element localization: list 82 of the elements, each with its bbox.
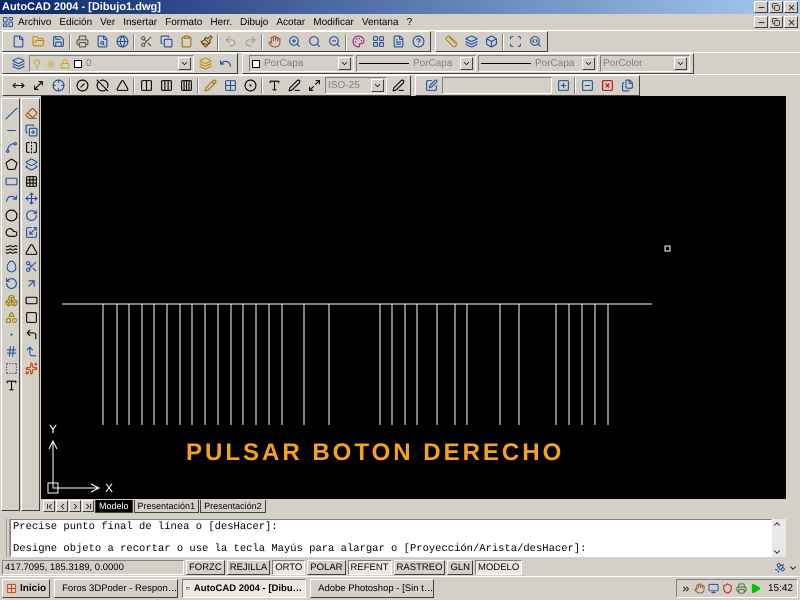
command-line: Designe objeto a recortar o use la tecla Mayús para alargar o [Proyección/Arista/desHacer]: bbox=[13, 543, 588, 555]
close-icon bbox=[786, 18, 796, 26]
caret-icon bbox=[340, 59, 349, 68]
caret-icon bbox=[676, 59, 685, 68]
bulb-icon bbox=[32, 58, 42, 68]
minimize-button[interactable] bbox=[754, 1, 768, 13]
status-toggle[interactable]: RASTREO bbox=[394, 560, 446, 575]
y-axis-label: Y bbox=[49, 422, 58, 436]
last-tab-button[interactable] bbox=[82, 500, 94, 512]
x-axis-label: X bbox=[105, 481, 114, 495]
color-swatch bbox=[252, 60, 260, 68]
line-sample bbox=[481, 63, 531, 64]
close-button[interactable] bbox=[784, 16, 798, 28]
menu-item[interactable]: Ventana bbox=[358, 16, 403, 28]
restore-icon bbox=[772, 3, 780, 11]
status-toggle[interactable]: MODELO bbox=[475, 560, 522, 575]
close-button[interactable] bbox=[784, 1, 798, 13]
taskbar-button[interactable]: AutoCAD 2004 - [Dibu… bbox=[182, 579, 306, 598]
status-toggle[interactable]: REFENT bbox=[348, 560, 392, 575]
layout-tab[interactable]: Presentación1 bbox=[134, 500, 200, 512]
restore-button[interactable] bbox=[769, 1, 783, 13]
dropdown-button[interactable] bbox=[582, 57, 595, 70]
empty-field[interactable] bbox=[442, 77, 552, 94]
menu-item[interactable]: Insertar bbox=[119, 16, 162, 28]
dropdown-button[interactable] bbox=[178, 57, 191, 70]
minimize-button[interactable] bbox=[754, 16, 768, 28]
dropdown-button[interactable] bbox=[460, 57, 473, 70]
caret-icon bbox=[180, 59, 189, 68]
status-toggle[interactable]: REJILLA bbox=[226, 560, 270, 575]
menu-item[interactable]: Archivo bbox=[14, 16, 56, 28]
window-title: AutoCAD 2004 - [Dibujo1.dwg] bbox=[2, 1, 161, 13]
layout-tab[interactable]: Modelo bbox=[95, 500, 133, 512]
ucs-axes-drawing bbox=[48, 440, 100, 494]
clock: 15:42 bbox=[768, 583, 793, 594]
shield-icon[interactable] bbox=[722, 583, 733, 594]
caret-icon bbox=[462, 59, 471, 68]
status-toggle[interactable]: POLAR bbox=[307, 560, 346, 575]
menu-item[interactable]: Dibujo bbox=[236, 16, 272, 28]
menu-item[interactable]: Acotar bbox=[272, 16, 310, 28]
command-line: Precise punto final de línea o [desHacer]: bbox=[13, 521, 279, 533]
caret-icon bbox=[373, 81, 382, 90]
coordinates-display: 417.7095, 185.3189, 0.0000 bbox=[2, 560, 184, 575]
status-toggle[interactable]: FORZC bbox=[186, 560, 225, 575]
layout-tab[interactable]: Presentación2 bbox=[200, 500, 266, 512]
close-icon bbox=[786, 2, 796, 12]
first-icon bbox=[44, 502, 54, 510]
hand-icon[interactable] bbox=[694, 583, 705, 594]
canvas-message: PULSAR BOTON DERECHO bbox=[186, 439, 564, 467]
first-tab-button[interactable] bbox=[43, 500, 55, 512]
restore-icon bbox=[772, 18, 780, 26]
printer-icon[interactable] bbox=[736, 583, 747, 594]
last-icon bbox=[84, 502, 92, 510]
menu-item[interactable]: ? bbox=[402, 16, 416, 28]
menu-item[interactable]: Ver bbox=[96, 16, 120, 28]
dropdown-button[interactable] bbox=[338, 57, 351, 70]
status-toggle[interactable]: GLN bbox=[447, 560, 474, 575]
menu-item[interactable]: Formato bbox=[161, 16, 206, 28]
next-tab-button[interactable] bbox=[69, 500, 81, 512]
menu-item[interactable]: Edición bbox=[55, 16, 96, 28]
lock-icon bbox=[60, 58, 70, 68]
chevron-icon[interactable] bbox=[680, 584, 691, 594]
restore-button[interactable] bbox=[769, 16, 783, 28]
windows-logo-icon bbox=[6, 583, 17, 594]
caret-icon bbox=[584, 59, 593, 68]
cursor-square bbox=[664, 246, 670, 252]
previous-tab-button[interactable] bbox=[56, 500, 68, 512]
command-window[interactable]: Precise punto final de línea o [desHacer]: Designe objeto a recortar o use la tecla Mayús para alargar o [Proyección/Arista/desHacer]: bbox=[10, 519, 772, 557]
status-toggle[interactable]: ORTO bbox=[272, 560, 306, 575]
app-icon[interactable] bbox=[2, 16, 14, 28]
drawing-canvas[interactable]: Y X PULSAR BOTON DERECHO bbox=[41, 96, 786, 499]
line-sample bbox=[359, 63, 409, 64]
dropdown-button[interactable] bbox=[674, 57, 687, 70]
color-swatch bbox=[74, 60, 82, 68]
menu-item[interactable]: Modificar bbox=[309, 16, 358, 28]
dropdown-button[interactable] bbox=[371, 79, 384, 92]
taskbar-button[interactable]: Foros 3DPoder - Respon… bbox=[54, 579, 178, 598]
sun-icon bbox=[46, 58, 56, 68]
scrollbar[interactable] bbox=[772, 519, 786, 557]
start-button[interactable]: Inicio bbox=[2, 579, 50, 598]
taskbar-button[interactable]: Adobe Photoshop - [Sin t… bbox=[310, 579, 434, 598]
monitor-icon[interactable] bbox=[708, 583, 719, 594]
menu-item[interactable]: Herr. bbox=[206, 16, 236, 28]
